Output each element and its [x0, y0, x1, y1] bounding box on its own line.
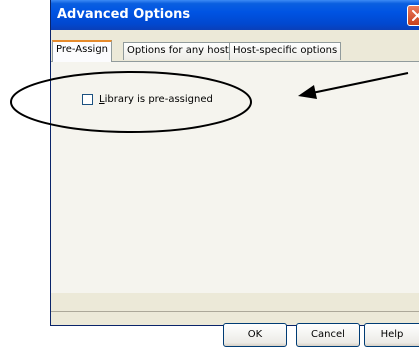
tab-options-for-any-host[interactable]: Options for any host — [123, 42, 233, 60]
dialog-title: Advanced Options — [57, 7, 191, 22]
tab-label: Pre-Assign — [56, 44, 109, 55]
library-pre-assigned-checkbox[interactable] — [82, 93, 93, 105]
screenshot-canvas: Advanced Options Pre-Assign Options for … — [0, 0, 419, 349]
library-pre-assigned-option[interactable]: Library is pre-assigned — [82, 92, 213, 106]
tab-label: Host-specific options — [233, 45, 338, 56]
cancel-button[interactable]: Cancel — [296, 323, 360, 347]
advanced-options-dialog: Advanced Options Pre-Assign Options for … — [50, 0, 419, 326]
help-button[interactable]: Help — [364, 323, 419, 347]
title-bar[interactable]: Advanced Options — [51, 0, 419, 30]
close-icon — [412, 10, 419, 21]
label-rest: ibrary is pre-assigned — [104, 93, 213, 105]
footer-divider — [51, 311, 419, 312]
library-pre-assigned-label[interactable]: Library is pre-assigned — [99, 94, 213, 105]
close-button[interactable] — [407, 5, 419, 26]
tab-host-specific-options[interactable]: Host-specific options — [229, 42, 342, 60]
tab-label: Options for any host — [127, 45, 229, 56]
tab-pre-assign[interactable]: Pre-Assign — [52, 40, 113, 62]
tab-strip: Pre-Assign Options for any host Host-spe… — [51, 40, 419, 62]
ok-button[interactable]: OK — [223, 323, 287, 347]
